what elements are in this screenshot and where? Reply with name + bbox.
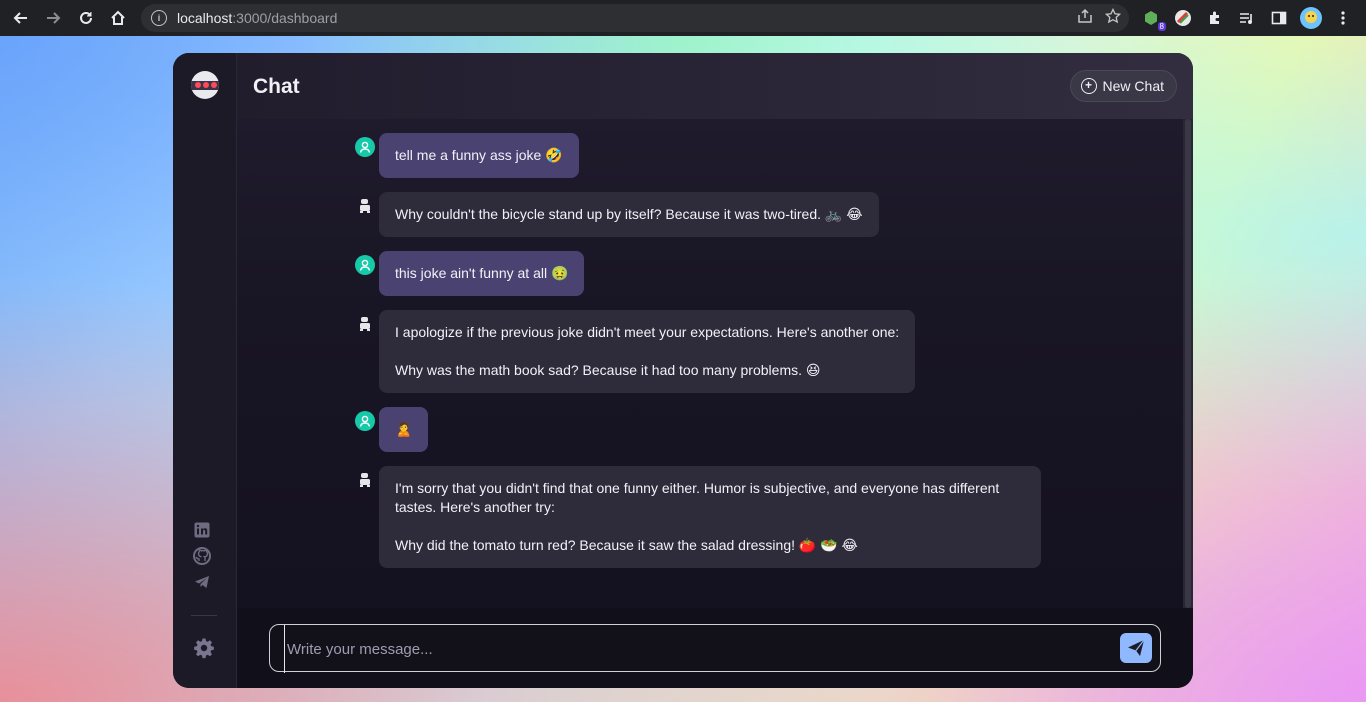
- browser-menu-icon[interactable]: [1332, 7, 1354, 29]
- side-panel-icon[interactable]: [1268, 7, 1290, 29]
- user-avatar-icon: [355, 255, 375, 275]
- home-icon[interactable]: [102, 2, 134, 34]
- url-text: localhost:3000/dashboard: [177, 10, 338, 26]
- message-bubble: Why couldn't the bicycle stand up by its…: [379, 192, 879, 237]
- robot-avatar-icon: [355, 470, 375, 490]
- back-icon[interactable]: [5, 2, 37, 34]
- message-bubble: this joke ain't funny at all 🤢: [379, 251, 585, 296]
- message-user: this joke ain't funny at all 🤢: [355, 251, 585, 296]
- bookmark-star-icon[interactable]: [1104, 7, 1122, 29]
- message-bubble: I apologize if the previous joke didn't …: [379, 310, 916, 393]
- message-bot: I apologize if the previous joke didn't …: [355, 310, 916, 393]
- linkedin-icon[interactable]: [193, 521, 211, 539]
- sidebar: [173, 53, 237, 688]
- message-list[interactable]: tell me a funny ass joke 🤣 Why couldn't …: [237, 119, 1183, 608]
- send-paper-plane-icon: [1128, 639, 1145, 656]
- chat-main: Chat + New Chat tell me a funny ass joke…: [237, 53, 1193, 688]
- forward-icon[interactable]: [37, 2, 69, 34]
- extension-cube-icon[interactable]: 8: [1140, 7, 1166, 31]
- composer: [237, 608, 1193, 688]
- message-bubble: 🙎: [379, 407, 429, 452]
- message-bot: I'm sorry that you didn't find that one …: [355, 466, 1041, 568]
- robot-avatar-icon: [355, 196, 375, 216]
- plus-circle-icon: +: [1080, 78, 1097, 94]
- browser-toolbar: i localhost:3000/dashboard 8: [0, 0, 1366, 36]
- send-button[interactable]: [1120, 633, 1152, 663]
- share-icon[interactable]: [1077, 8, 1093, 29]
- reload-icon[interactable]: [70, 2, 102, 34]
- message-input[interactable]: [284, 625, 1109, 673]
- reading-list-icon[interactable]: [1236, 7, 1258, 29]
- app-logo[interactable]: [191, 71, 219, 99]
- message-scrollbar[interactable]: [1183, 119, 1193, 608]
- new-chat-button[interactable]: + New Chat: [1069, 70, 1177, 102]
- site-info-icon[interactable]: i: [151, 10, 167, 26]
- message-bubble: I'm sorry that you didn't find that one …: [379, 466, 1041, 568]
- address-bar[interactable]: i localhost:3000/dashboard: [141, 4, 1129, 32]
- extension-badge: 8: [1157, 22, 1166, 31]
- new-chat-label: New Chat: [1102, 78, 1164, 94]
- message-bubble: tell me a funny ass joke 🤣: [379, 133, 579, 178]
- user-avatar-icon: [355, 411, 375, 431]
- robot-avatar-icon: [355, 314, 375, 334]
- message-bot: Why couldn't the bicycle stand up by its…: [355, 192, 879, 237]
- chat-app-window: Chat + New Chat tell me a funny ass joke…: [173, 53, 1193, 688]
- chat-header: Chat + New Chat: [237, 53, 1193, 120]
- user-avatar-icon: [355, 137, 375, 157]
- scrollbar-thumb[interactable]: [1185, 119, 1191, 608]
- sidebar-divider: [191, 615, 217, 616]
- telegram-icon[interactable]: [193, 573, 211, 591]
- profile-avatar[interactable]: [1300, 7, 1322, 29]
- message-input-box: [269, 624, 1161, 673]
- github-icon[interactable]: [193, 547, 211, 565]
- extension-color-icon[interactable]: [1172, 7, 1194, 29]
- message-user: tell me a funny ass joke 🤣: [355, 133, 579, 178]
- extensions-puzzle-icon[interactable]: [1204, 7, 1226, 29]
- page-title: Chat: [253, 75, 300, 98]
- settings-gear-icon[interactable]: [193, 637, 215, 659]
- message-user: 🙎: [355, 407, 429, 452]
